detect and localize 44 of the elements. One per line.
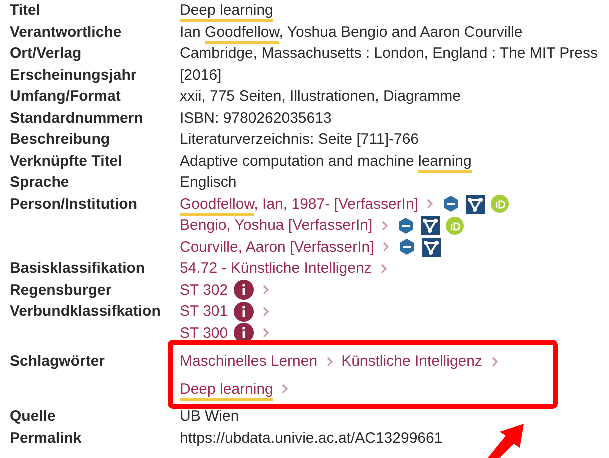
info-icon[interactable] [234,280,254,300]
hexagon-icon[interactable] [442,195,460,214]
field-label: Regensburger Verbundklassifkation [10,280,162,322]
value-link[interactable]: ST 301 [180,301,228,322]
value-text: Cambridge, Massachusetts : London, England : The MIT Press [180,44,598,64]
field-label: Quelle [10,407,57,427]
value-link[interactable]: Courville, Aaron [VerfasserIn] [180,236,374,258]
value-link[interactable]: 54.72 - Künstliche Intelligenz [180,258,372,280]
info-icon[interactable] [234,302,254,322]
value-link[interactable]: Deep learning [180,378,274,400]
value-link[interactable]: Maschinelles Lernen [180,351,318,372]
field-label: Erscheinungsjahr [10,66,138,86]
value-text: [2016] [180,66,222,86]
value-text: https://ubdata.univie.ac.at/AC13299661 [180,428,443,448]
value-text: ISBN: 9780262035613 [180,108,332,128]
value-text: Ian Goodfellow, Yoshua Bengio and Aaron Courville [180,22,523,43]
field-label: Titel [10,1,42,21]
network-icon[interactable] [422,238,442,257]
field-label: Ort/Verlag [10,44,83,64]
value-text: Deep learning [180,0,274,22]
network-icon[interactable] [420,216,440,236]
field-label: Verantwortliche [10,22,123,42]
value-link[interactable]: Goodfellow, Ian, 1987- [VerfasserIn] [180,194,418,215]
field-label: Umfang/Format [10,87,122,107]
value-text: Adaptive computation and machine learning [180,150,472,172]
field-label: Beschreibung [10,130,112,150]
hexagon-icon[interactable] [396,216,415,235]
field-label: Schlagwörter [10,352,106,372]
field-label: Permalink [10,428,83,448]
field-label: Sprache [10,173,70,193]
value-link[interactable]: ST 302 [180,280,228,301]
hexagon-icon[interactable] [398,238,416,256]
value-link[interactable]: Bengio, Yoshua [VerfasserIn] [180,215,373,236]
value-link[interactable]: Künstliche Intelligenz [342,351,482,372]
value-text: Literaturverzeichnis: Seite [711]-766 [180,130,420,150]
field-label: Person/Institution [10,194,138,214]
value-link[interactable]: ST 300 [180,322,228,344]
value-text: xxii, 775 Seiten, Illustrationen, Diagramme [180,87,461,107]
network-icon[interactable] [466,194,486,214]
field-label: Verknüpfte Titel [10,152,124,172]
field-label: Standardnummern [10,108,144,128]
value-text: UB Wien [180,407,240,427]
value-text: Englisch [180,173,237,193]
field-label: Basisklassifikation [10,259,146,279]
